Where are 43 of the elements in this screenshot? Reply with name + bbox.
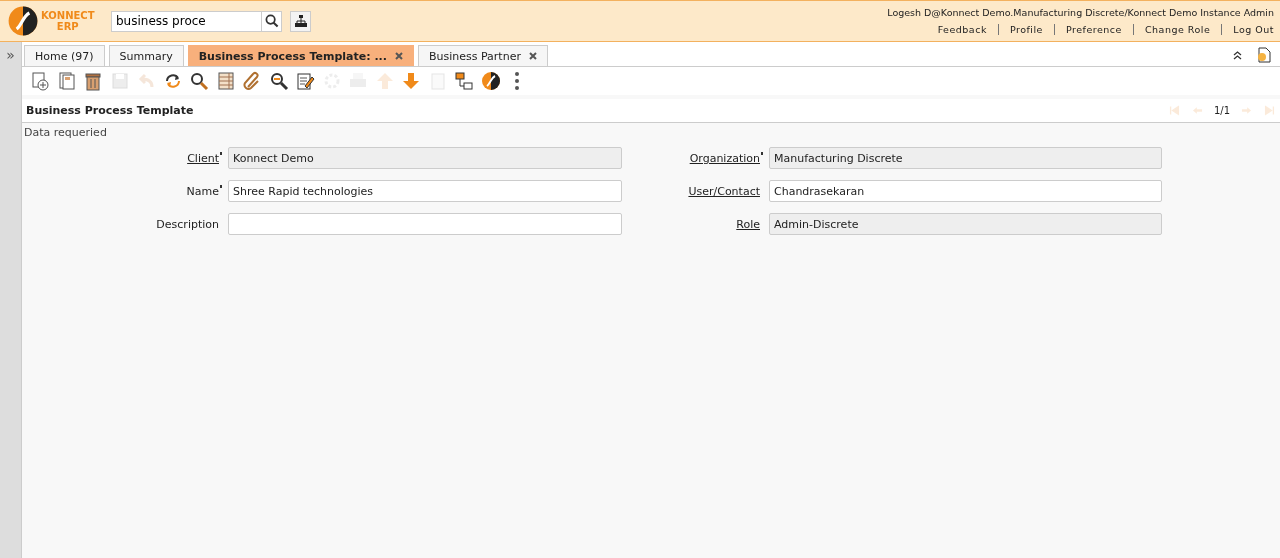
note-edit-icon[interactable] — [295, 71, 315, 91]
trash-icon[interactable] — [83, 71, 103, 91]
input-field[interactable]: Konnect Demo — [228, 147, 622, 169]
header-link[interactable]: Log Out — [1222, 24, 1274, 35]
copy-icon[interactable] — [56, 71, 77, 91]
search-button[interactable] — [261, 10, 282, 32]
header-link[interactable]: Preference — [1054, 24, 1133, 35]
input-field[interactable]: Shree Rapid technologies — [228, 180, 622, 202]
field-label[interactable]: Organization — [689, 151, 760, 165]
expand-sidebar-button[interactable]: » — [0, 42, 21, 68]
workflow-icon[interactable] — [454, 71, 474, 91]
header-link[interactable]: Feedback — [926, 24, 998, 35]
logo-icon[interactable] — [480, 71, 501, 91]
status-message: Data requeried — [23, 125, 108, 141]
input-field[interactable]: Manufacturing Discrete — [769, 147, 1162, 169]
hierarchy-icon — [294, 15, 307, 27]
field-label[interactable]: Role — [736, 217, 760, 231]
record-position: 1/1 — [1213, 105, 1230, 116]
search-icon[interactable] — [189, 71, 209, 91]
close-icon[interactable] — [528, 52, 537, 60]
logo-text: KONNECT — [41, 10, 95, 21]
input-field[interactable]: Chandrasekaran — [769, 180, 1162, 202]
header-link[interactable]: Change Role — [1133, 24, 1222, 35]
down-arrow-icon[interactable] — [401, 71, 421, 91]
magnifier-icon[interactable] — [268, 71, 289, 91]
grid-icon[interactable] — [215, 71, 236, 91]
input-field[interactable] — [228, 213, 622, 235]
close-icon[interactable] — [394, 52, 403, 60]
tree-button[interactable] — [290, 10, 311, 32]
input-field[interactable]: Admin-Discrete — [769, 213, 1162, 235]
paperclip-icon[interactable] — [242, 71, 262, 91]
field-label: Name — [186, 184, 219, 198]
new-document-icon[interactable] — [30, 71, 50, 91]
collapse-icon[interactable] — [1233, 50, 1242, 60]
user-info: Logesh D@Konnect Demo.Manufacturing Discrete/Konnect Demo Instance Admin — [887, 7, 1274, 18]
field-label[interactable]: User/Contact — [688, 184, 760, 198]
search-field[interactable]: business proce — [111, 10, 261, 32]
header-link[interactable]: Profile — [998, 24, 1054, 35]
field-label[interactable]: Client — [187, 151, 219, 165]
logo-icon — [7, 5, 39, 37]
window-title: Business Process Template — [26, 104, 194, 117]
logo-text: ERP — [56, 21, 79, 32]
field-label: Description — [156, 217, 219, 231]
